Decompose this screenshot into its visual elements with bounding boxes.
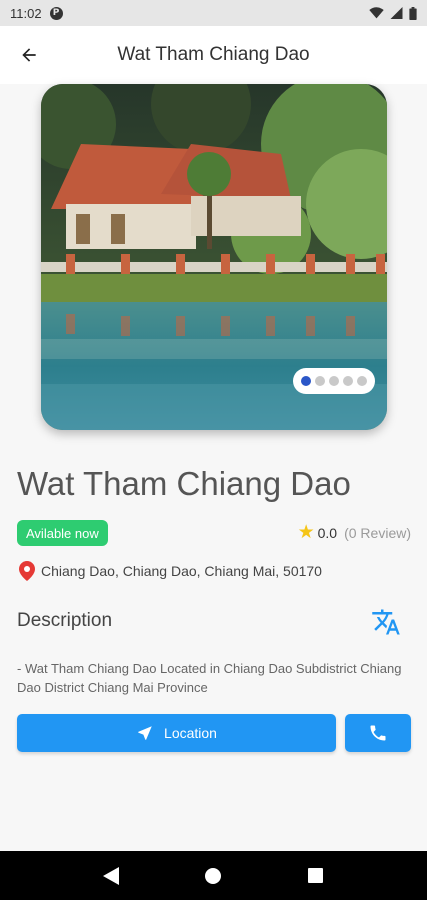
- phone-icon: [370, 725, 386, 741]
- status-time: 11:02: [10, 5, 42, 21]
- square-recents-icon: [308, 868, 324, 883]
- image-carousel[interactable]: [41, 84, 387, 430]
- rating-score: 0.0: [317, 524, 338, 541]
- triangle-back-icon: [103, 866, 120, 885]
- address-text: Chiang Dao, Chiang Dao, Chiang Mai, 5017…: [41, 563, 322, 579]
- carousel-dot[interactable]: [329, 376, 339, 386]
- call-button[interactable]: [345, 714, 411, 752]
- nav-recents-button[interactable]: [296, 856, 336, 896]
- arrow-back-icon: [22, 48, 36, 62]
- carousel-dot[interactable]: [315, 376, 325, 386]
- rating[interactable]: ★ 0.0 (0 Review): [298, 523, 411, 542]
- review-count[interactable]: (0 Review): [344, 525, 411, 541]
- place-name: Wat Tham Chiang Dao: [17, 465, 351, 502]
- carousel-indicator[interactable]: [293, 368, 375, 394]
- carousel-dot[interactable]: [357, 376, 367, 386]
- map-pin-icon: [19, 561, 35, 581]
- nav-back-button[interactable]: [91, 856, 131, 896]
- navigation-arrow-icon: [138, 726, 152, 740]
- notification-p-icon: P: [49, 6, 63, 20]
- availability-badge: Avilable now: [17, 520, 108, 546]
- back-button[interactable]: [0, 26, 58, 84]
- system-nav-bar: [0, 851, 427, 900]
- location-button-label: Location: [164, 725, 217, 741]
- battery-icon: [409, 6, 417, 20]
- wifi-icon: [369, 7, 384, 19]
- description-heading: Description: [17, 610, 113, 631]
- page-title: Wat Tham Chiang Dao: [117, 44, 310, 65]
- carousel-dot[interactable]: [301, 376, 311, 386]
- address-row: Chiang Dao, Chiang Dao, Chiang Mai, 5017…: [19, 561, 322, 581]
- star-icon: ★: [297, 522, 315, 543]
- description-text: - Wat Tham Chiang Dao Located in Chiang …: [17, 661, 402, 695]
- carousel-dot[interactable]: [343, 376, 353, 386]
- nav-home-button[interactable]: [193, 856, 233, 896]
- circle-home-icon: [205, 867, 222, 884]
- status-bar: 11:02 P: [0, 0, 427, 26]
- translate-icon: [372, 609, 400, 635]
- translate-button[interactable]: [371, 607, 401, 637]
- location-button[interactable]: Location: [17, 714, 336, 752]
- app-bar: Wat Tham Chiang Dao: [0, 26, 427, 84]
- signal-icon: [390, 7, 403, 19]
- status-icons: [369, 6, 417, 20]
